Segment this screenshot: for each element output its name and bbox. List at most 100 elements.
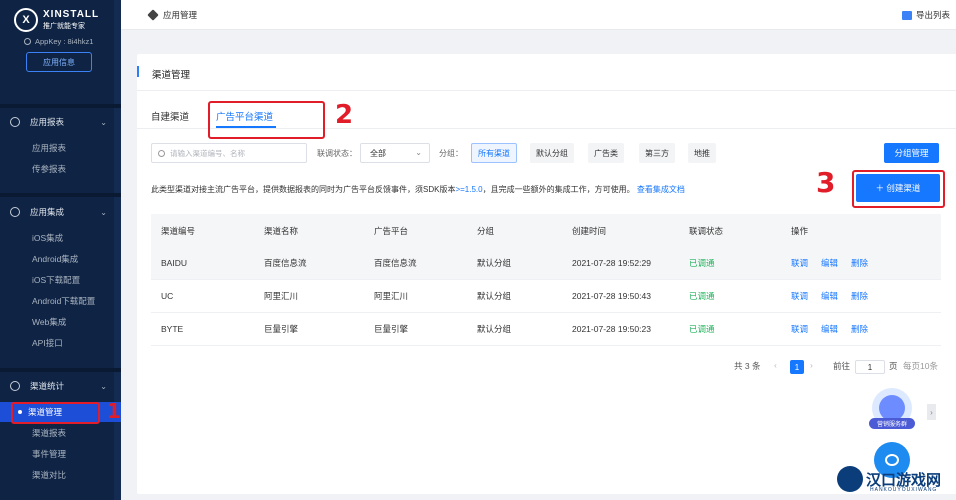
sdk-version: >=1.5.0 — [455, 185, 483, 194]
group-chip-third-party[interactable]: 第三方 — [639, 143, 675, 163]
group-filter-label: 分组： — [439, 149, 463, 158]
stats-icon — [10, 381, 20, 391]
col-status: 联调状态 — [689, 225, 724, 236]
cell-group: 默认分组 — [477, 324, 512, 334]
annotation-box-1 — [11, 402, 100, 424]
sidebar-group-label: 渠道统计 — [30, 381, 65, 391]
prev-page-button[interactable]: ‹ — [774, 360, 777, 370]
app-info-button[interactable]: 应用信息 — [26, 52, 92, 72]
col-code: 渠道编号 — [161, 225, 196, 236]
top-bar: 应用管理 导出列表 — [121, 0, 956, 30]
debug-link[interactable]: 联调 — [791, 323, 808, 335]
sidebar-item-api[interactable]: API接口 — [0, 333, 121, 353]
edit-link[interactable]: 编辑 — [821, 290, 838, 302]
col-created: 创建时间 — [572, 225, 607, 236]
watermark-subtitle: HANKOUYOUXIWANG — [870, 487, 938, 493]
search-icon — [158, 149, 165, 157]
cube-icon — [147, 9, 159, 21]
edit-link[interactable]: 编辑 — [821, 323, 838, 335]
debug-link[interactable]: 联调 — [791, 257, 808, 269]
notice-pre: 此类型渠道对接主流广告平台，提供数据报表的同时为广告平台反馈事件，须SDK版本 — [151, 185, 456, 194]
sidebar-item-param-report[interactable]: 传参报表 — [0, 159, 121, 179]
search-input[interactable] — [170, 148, 300, 158]
sidebar-group-label: 应用集成 — [30, 207, 65, 217]
cell-name: 巨量引擎 — [264, 324, 299, 334]
sidebar-item-channel-report[interactable]: 渠道报表 — [0, 423, 121, 443]
export-list-button[interactable]: 导出列表 — [901, 9, 950, 21]
sidebar-item-event-manage[interactable]: 事件管理 — [0, 444, 121, 464]
col-platform: 广告平台 — [374, 225, 409, 236]
debug-link[interactable]: 联调 — [791, 290, 808, 302]
cell-code: UC — [161, 291, 174, 301]
notice-text: 此类型渠道对接主流广告平台，提供数据报表的同时为广告平台反馈事件，须SDK版本>… — [151, 184, 685, 195]
status-badge: 已调通 — [689, 291, 715, 301]
sidebar-item-ios[interactable]: iOS集成 — [0, 228, 121, 248]
tab-self-channel[interactable]: 自建渠道 — [151, 109, 189, 123]
cell-platform: 巨量引擎 — [374, 324, 409, 334]
group-chip-default[interactable]: 默认分组 — [530, 143, 574, 163]
status-badge: 已调通 — [689, 324, 715, 334]
page-title: 渠道管理 — [152, 70, 191, 81]
group-chip-ads[interactable]: 广告类 — [588, 143, 624, 163]
sidebar-group-integration[interactable]: 应用集成 ⌄ — [0, 202, 121, 222]
col-actions: 操作 — [791, 225, 809, 236]
sidebar-group-app-report[interactable]: 应用报表 ⌄ — [0, 112, 121, 132]
info-icon — [24, 38, 31, 45]
sidebar-item-channel-compare[interactable]: 渠道对比 — [0, 465, 121, 485]
sidebar-item-app-report[interactable]: 应用报表 — [0, 138, 121, 158]
group-chip-offline[interactable]: 地推 — [688, 143, 716, 163]
group-manage-button[interactable]: 分组管理 — [884, 143, 939, 163]
divider — [0, 104, 121, 108]
marketing-group-tag[interactable]: 营销服务群 — [869, 418, 915, 429]
divider — [0, 368, 121, 372]
export-label: 导出列表 — [915, 10, 950, 20]
next-page-button[interactable]: › — [810, 360, 813, 370]
notice-post: ，且完成一些额外的集成工作，方可使用。 — [482, 185, 635, 194]
status-select-value: 全部 — [370, 148, 386, 158]
chevron-down-icon: ⌄ — [100, 381, 107, 391]
watermark-logo-icon — [837, 466, 863, 492]
table-row: BAIDU 百度信息流 百度信息流 默认分组 2021-07-28 19:52:… — [151, 247, 941, 280]
cell-name: 百度信息流 — [264, 258, 307, 268]
sidebar-item-android-download[interactable]: Android下载配置 — [0, 291, 121, 311]
export-icon — [901, 10, 912, 20]
page-number-button[interactable]: 1 — [790, 360, 804, 374]
appkey-text: AppKey : 8i4hkz1 — [35, 37, 94, 46]
watermark: 汉口游戏网 HANKOUYOUXIWANG — [837, 466, 941, 493]
cell-group: 默认分组 — [477, 258, 512, 268]
sidebar-item-ios-download[interactable]: iOS下载配置 — [0, 270, 121, 290]
annotation-box-2 — [208, 101, 325, 139]
delete-link[interactable]: 删除 — [851, 290, 868, 302]
cell-created: 2021-07-28 19:50:23 — [572, 324, 651, 334]
annotation-number-3: 3 — [816, 166, 836, 199]
delete-link[interactable]: 删除 — [851, 323, 868, 335]
sidebar-group-channel-stats[interactable]: 渠道统计 ⌄ — [0, 376, 121, 396]
integration-doc-link[interactable]: 查看集成文档 — [637, 185, 685, 194]
search-box[interactable] — [151, 143, 307, 163]
goto-page-input[interactable]: 1 — [855, 360, 885, 374]
annotation-number-2: 2 — [335, 100, 354, 130]
sidebar-item-android[interactable]: Android集成 — [0, 249, 121, 269]
delete-link[interactable]: 删除 — [851, 257, 868, 269]
sidebar-item-web[interactable]: Web集成 — [0, 312, 121, 332]
col-name: 渠道名称 — [264, 225, 299, 236]
logo-mark: X — [14, 8, 38, 32]
table-row: UC 阿里汇川 阿里汇川 默认分组 2021-07-28 19:50:43 已调… — [151, 280, 941, 313]
col-group: 分组 — [477, 225, 495, 236]
brand-tagline: 推广就能专家 — [43, 23, 85, 30]
status-filter-label: 联调状态： — [317, 149, 357, 158]
edit-link[interactable]: 编辑 — [821, 257, 838, 269]
collapse-arrow-button[interactable]: › — [927, 404, 936, 420]
sidebar-group-label: 应用报表 — [30, 117, 65, 127]
status-badge: 已调通 — [689, 258, 715, 268]
logo[interactable]: X XINSTALL 推广就能专家 — [0, 0, 121, 34]
table-row: BYTE 巨量引擎 巨量引擎 默认分组 2021-07-28 19:50:23 … — [151, 313, 941, 346]
title-accent — [137, 66, 139, 77]
cell-group: 默认分组 — [477, 291, 512, 301]
status-select[interactable]: 全部 ⌄ — [360, 143, 430, 163]
page-size-select[interactable]: 每页10条 — [903, 360, 938, 372]
annotation-number-1: 1 — [107, 399, 121, 423]
divider — [137, 90, 956, 91]
group-chip-all[interactable]: 所有渠道 — [471, 143, 517, 163]
table-header: 渠道编号 渠道名称 广告平台 分组 创建时间 联调状态 操作 — [151, 214, 941, 247]
